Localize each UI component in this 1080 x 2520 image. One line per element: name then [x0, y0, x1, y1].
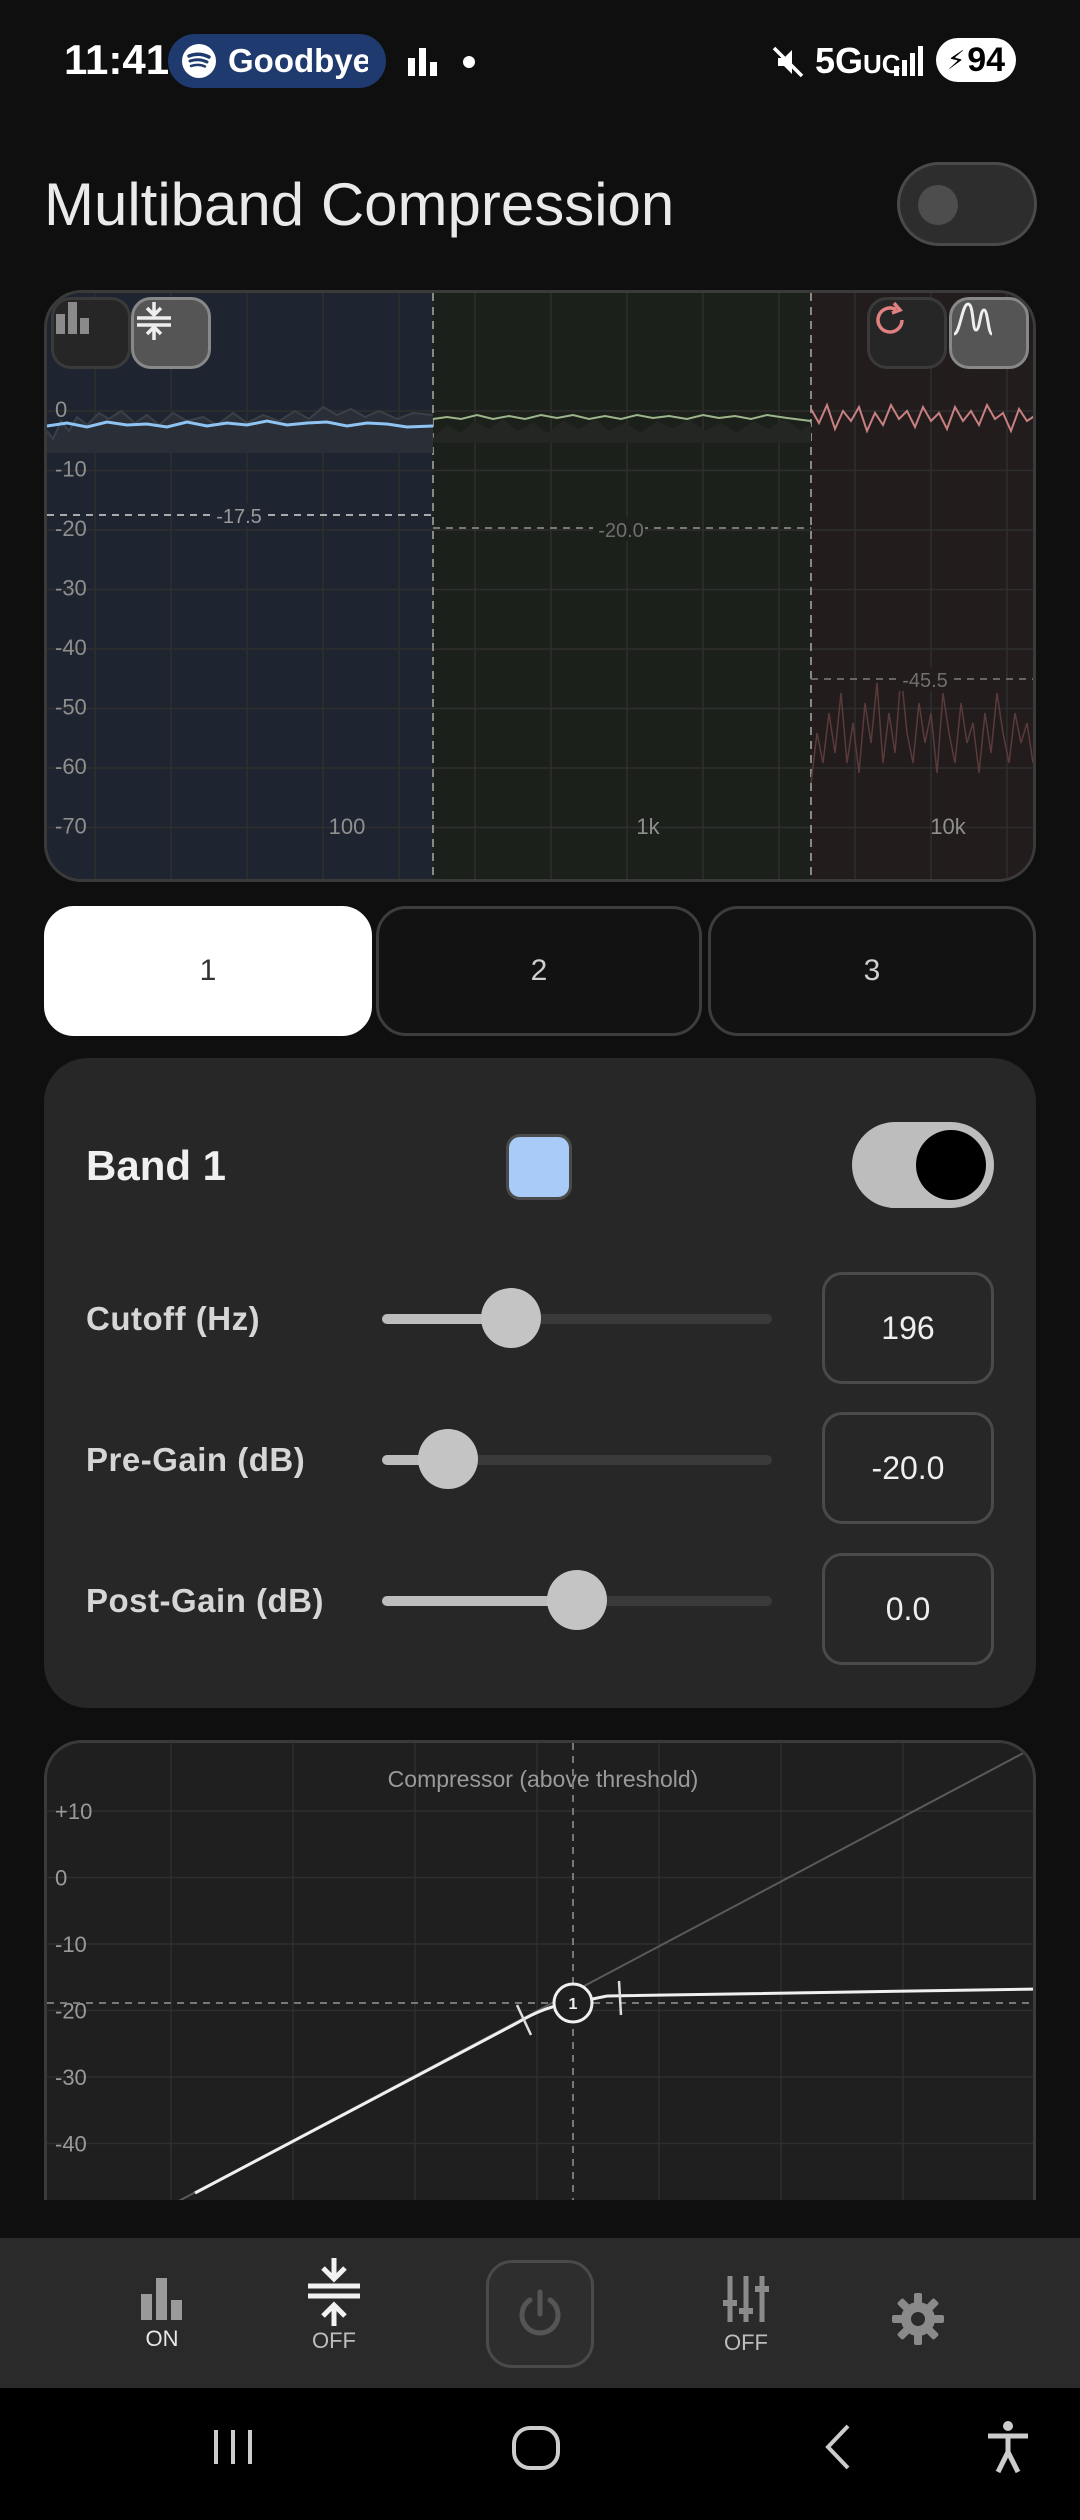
spectrum-x-tick: 10k	[930, 814, 966, 839]
compress-icon	[308, 2258, 360, 2326]
page-title: Multiband Compression	[44, 171, 675, 238]
band-tab-1[interactable]: 1	[44, 906, 372, 1036]
recent-apps-icon[interactable]	[210, 2418, 256, 2476]
compress-icon	[137, 302, 171, 340]
bar-chart-icon	[56, 302, 89, 334]
master-toggle[interactable]	[897, 162, 1037, 246]
nav-equalizer[interactable]: OFF	[676, 2238, 816, 2388]
nav-settings[interactable]	[848, 2238, 988, 2388]
threshold-label-band-2: -20.0	[598, 520, 644, 542]
band-title: Band 1	[86, 1142, 227, 1189]
reset-button[interactable]	[867, 297, 947, 369]
gear-icon	[892, 2293, 944, 2345]
spectrum-y-tick: -50	[55, 695, 87, 720]
threshold-label-band-3: -45.5	[902, 670, 948, 692]
curve-icon	[953, 302, 994, 336]
home-icon[interactable]	[508, 2418, 564, 2476]
equalizer-icon	[408, 48, 437, 76]
notification-dot-icon	[463, 56, 475, 68]
back-icon[interactable]	[818, 2418, 858, 2476]
mute-icon	[772, 46, 804, 78]
pre-gain-slider[interactable]	[382, 1429, 772, 1489]
cutoff-slider[interactable]	[382, 1288, 772, 1348]
status-time: 11:41	[64, 36, 170, 83]
post-gain-value-field[interactable]: 0.0	[822, 1553, 994, 1665]
nav-spectrum-label: ON	[145, 2326, 179, 2351]
pre-gain-label: Pre-Gain (dB)	[86, 1441, 306, 1478]
battery-level: 94	[967, 40, 1006, 79]
spectrum-bars-button[interactable]	[51, 297, 131, 369]
battery-charging-icon: ⚡ 94	[936, 38, 1016, 82]
power-button[interactable]	[486, 2260, 594, 2368]
power-icon	[519, 2289, 561, 2336]
post-gain-label: Post-Gain (dB)	[86, 1582, 324, 1619]
reset-icon	[876, 301, 904, 334]
compression-view-button[interactable]	[131, 297, 211, 369]
band-settings-card: Band 1 Cutoff (Hz) 196 Pre-Gain (dB) -20…	[44, 1058, 1036, 1708]
compressor-y-tick: -20	[55, 1999, 87, 2024]
status-bar: 11:41 Goodbye 5GUC ⚡ 94	[0, 0, 1080, 120]
spectrum-analyzer[interactable]: 0 -10 -20 -30 -40 -50 -60 -70 100 1k 10k -17.5 -2…	[44, 290, 1036, 882]
toggle-knob	[916, 1130, 986, 1200]
spectrum-y-tick: -20	[55, 516, 87, 541]
accessibility-icon[interactable]	[984, 2418, 1032, 2476]
now-playing-title: Goodbye	[228, 42, 368, 79]
spectrum-x-tick: 100	[329, 814, 366, 839]
spectrum-y-tick: -10	[55, 457, 87, 482]
bottom-nav: ON OFF OFF	[0, 2238, 1080, 2388]
spectrum-y-tick: -30	[55, 576, 87, 601]
spectrum-y-tick: 0	[55, 397, 67, 422]
band-color-swatch[interactable]	[506, 1134, 572, 1200]
compressor-y-tick: +10	[55, 1799, 92, 1824]
threshold-node-label: 1	[569, 1996, 578, 2013]
threshold-label-band-1: -17.5	[216, 506, 262, 528]
spectrum-y-tick: -40	[55, 635, 87, 660]
compressor-title: Compressor (above threshold)	[388, 1766, 699, 1792]
network-indicator: 5GUC	[815, 40, 901, 81]
nav-spectrum[interactable]: ON	[92, 2238, 232, 2388]
spectrum-y-tick: -70	[55, 814, 87, 839]
cutoff-slider-thumb[interactable]	[480, 1288, 541, 1348]
cutoff-value-field[interactable]: 196	[822, 1272, 994, 1384]
bar-chart-icon	[141, 2278, 182, 2320]
signal-icon	[894, 46, 923, 76]
band-enable-toggle[interactable]	[852, 1122, 994, 1208]
curve-view-button[interactable]	[949, 297, 1029, 369]
sliders-icon	[723, 2276, 769, 2322]
compressor-y-tick: 0	[55, 1866, 67, 1891]
compressor-curve-graph[interactable]: Compressor (above threshold) +10 0 -10 -20 -…	[44, 1740, 1036, 2200]
spotify-icon	[182, 44, 216, 78]
spectrum-x-tick: 1k	[636, 814, 660, 839]
band-tab-2[interactable]: 2	[376, 906, 702, 1036]
now-playing-chip[interactable]: Goodbye	[168, 34, 386, 88]
band-tab-3[interactable]: 3	[708, 906, 1036, 1036]
nav-compression[interactable]: OFF	[264, 2238, 404, 2388]
toggle-knob	[918, 185, 958, 225]
nav-equalizer-label: OFF	[724, 2330, 768, 2355]
spectrum-y-tick: -60	[55, 754, 87, 779]
post-gain-slider[interactable]	[382, 1570, 772, 1630]
system-navigation-bar	[0, 2388, 1080, 2520]
compressor-y-tick: -40	[55, 2132, 87, 2157]
cutoff-label: Cutoff (Hz)	[86, 1300, 261, 1337]
compressor-y-tick: -10	[55, 1932, 87, 1957]
pre-gain-slider-thumb[interactable]	[418, 1429, 479, 1489]
nav-compression-label: OFF	[312, 2328, 356, 2353]
compressor-y-tick: -30	[55, 2065, 87, 2090]
post-gain-slider-thumb[interactable]	[547, 1570, 607, 1630]
pre-gain-value-field[interactable]: -20.0	[822, 1412, 994, 1524]
